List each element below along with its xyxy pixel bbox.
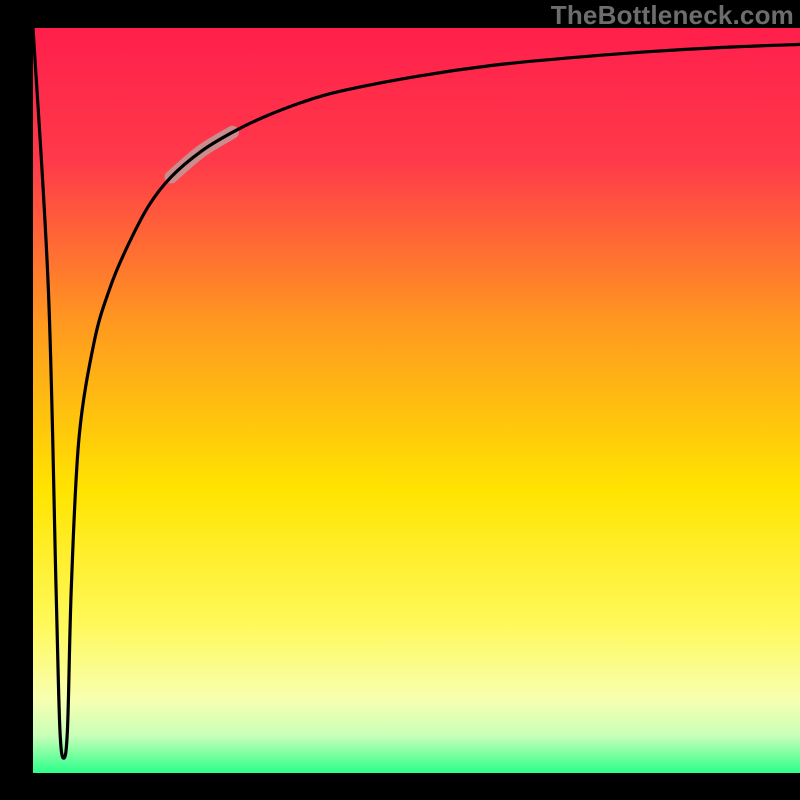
plot-background [33, 28, 800, 773]
axis-left [0, 0, 33, 800]
chart-frame: { "watermark": "TheBottleneck.com", "cha… [0, 0, 800, 800]
chart-svg [0, 0, 800, 800]
axis-bottom [0, 773, 800, 800]
watermark: TheBottleneck.com [551, 0, 794, 31]
